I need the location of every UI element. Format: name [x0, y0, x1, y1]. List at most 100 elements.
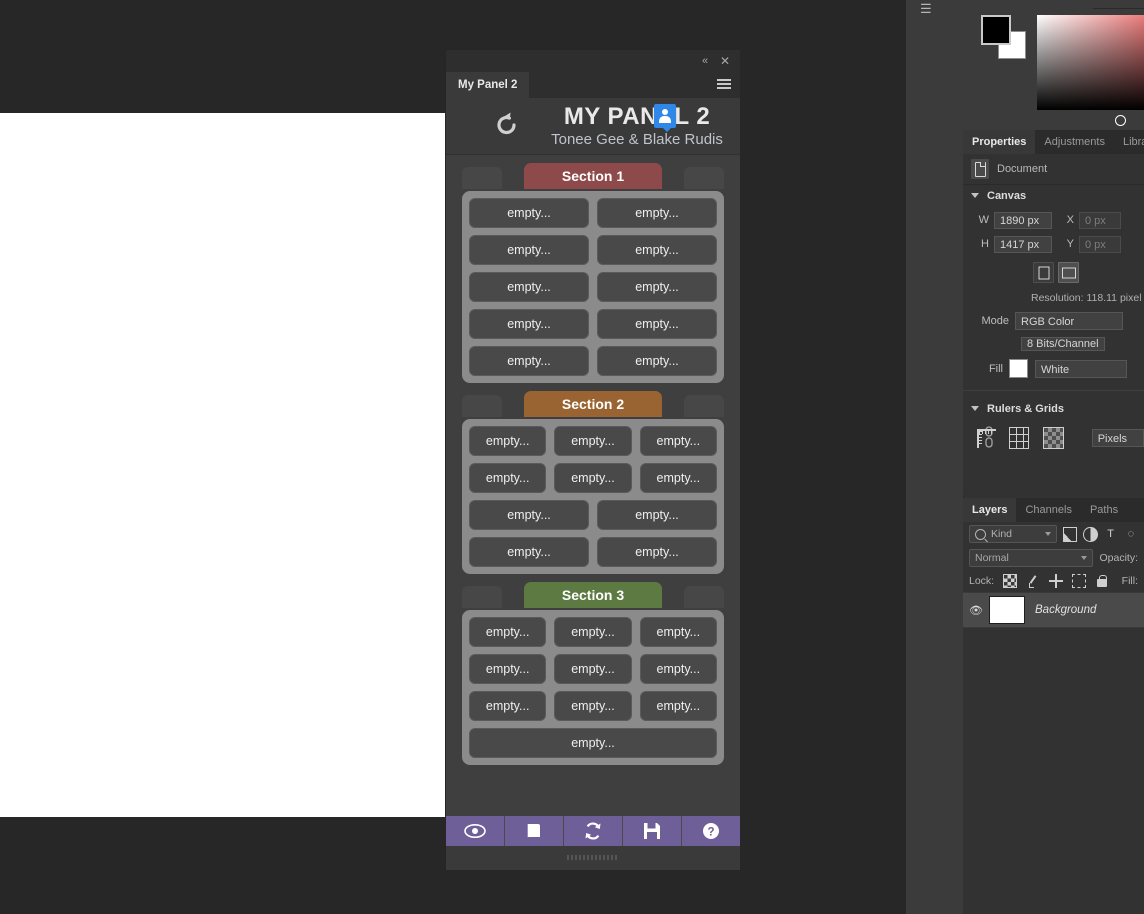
rulers-grids-header[interactable]: Rulers & Grids: [963, 390, 1144, 420]
landscape-orientation-button[interactable]: [1058, 262, 1079, 283]
empty-slot-button[interactable]: empty...: [469, 346, 589, 376]
tab-adjustments[interactable]: Adjustments: [1035, 130, 1114, 154]
empty-slot-button[interactable]: empty...: [640, 654, 717, 684]
empty-slot-button[interactable]: empty...: [640, 617, 717, 647]
ruler-icon[interactable]: [975, 427, 995, 449]
preview-button[interactable]: [446, 816, 505, 846]
help-button[interactable]: ?: [682, 816, 740, 846]
empty-slot-button[interactable]: empty...: [469, 500, 589, 530]
lock-position-icon[interactable]: [1049, 574, 1063, 588]
bit-depth-select[interactable]: 8 Bits/Channel: [1021, 337, 1105, 351]
section-tab-row-2: Section 2: [446, 391, 740, 419]
close-icon[interactable]: ✕: [718, 54, 732, 68]
tab-libraries[interactable]: Librar: [1114, 130, 1144, 154]
foreground-color-swatch[interactable]: [981, 15, 1011, 45]
empty-slot-button[interactable]: empty...: [597, 272, 717, 302]
save-button[interactable]: [623, 816, 682, 846]
fill-color-swatch[interactable]: [1009, 359, 1028, 378]
tab-channels[interactable]: Channels: [1016, 498, 1080, 522]
grid-icon[interactable]: [1009, 427, 1029, 449]
empty-slot-button[interactable]: empty...: [597, 537, 717, 567]
tab-paths[interactable]: Paths: [1081, 498, 1127, 522]
section-tab-right-stub-1[interactable]: [684, 167, 724, 189]
empty-slot-button[interactable]: empty...: [554, 654, 631, 684]
resolution-value[interactable]: 118.11: [1086, 292, 1117, 304]
empty-slot-button[interactable]: empty...: [597, 198, 717, 228]
filter-smartobject-icon[interactable]: ◌: [1124, 527, 1138, 542]
empty-slot-button[interactable]: empty...: [554, 426, 631, 456]
button-row: empty... empty...: [469, 537, 717, 567]
empty-slot-button[interactable]: empty...: [640, 691, 717, 721]
reset-arrow-icon[interactable]: [490, 108, 524, 142]
color-gradient-field[interactable]: [1037, 15, 1144, 110]
layer-name[interactable]: Background: [1035, 604, 1096, 616]
toolbar-segments: [1093, 0, 1144, 9]
library-button[interactable]: [505, 816, 564, 846]
eye-icon[interactable]: 👁: [963, 604, 989, 617]
lock-all-icon[interactable]: [1095, 574, 1109, 588]
empty-slot-button[interactable]: empty...: [469, 272, 589, 302]
canvas-section-header[interactable]: Canvas: [963, 185, 1144, 207]
empty-slot-button[interactable]: empty...: [469, 309, 589, 339]
x-input[interactable]: 0 px: [1079, 212, 1121, 229]
mode-select[interactable]: RGB Color: [1015, 312, 1123, 330]
transparency-checker-icon[interactable]: [1043, 427, 1063, 449]
lock-transparency-icon[interactable]: [1003, 574, 1017, 588]
hamburger-icon[interactable]: [717, 79, 731, 91]
empty-slot-button[interactable]: empty...: [597, 346, 717, 376]
empty-slot-button[interactable]: empty...: [469, 235, 589, 265]
empty-slot-button[interactable]: empty...: [597, 500, 717, 530]
section-tab-right-stub-3[interactable]: [684, 586, 724, 608]
section-tab-left-stub-3[interactable]: [462, 586, 502, 608]
empty-slot-button[interactable]: empty...: [469, 463, 546, 493]
section-tab-left-stub-2[interactable]: [462, 395, 502, 417]
document-canvas[interactable]: [0, 113, 446, 817]
filter-image-icon[interactable]: [1063, 527, 1077, 542]
color-swatches[interactable]: [981, 15, 1025, 57]
empty-slot-button[interactable]: empty...: [554, 463, 631, 493]
lock-artboard-icon[interactable]: [1072, 574, 1086, 588]
tab-layers[interactable]: Layers: [963, 498, 1016, 522]
empty-slot-button[interactable]: empty...: [554, 691, 631, 721]
section-tab-1[interactable]: Section 1: [524, 163, 662, 189]
table-row[interactable]: 👁 Background: [963, 592, 1144, 628]
empty-slot-button[interactable]: empty...: [469, 728, 717, 758]
tab-properties[interactable]: Properties: [963, 130, 1035, 154]
lock-paint-icon[interactable]: [1026, 574, 1040, 588]
empty-slot-button[interactable]: empty...: [640, 463, 717, 493]
section-tab-right-stub-2[interactable]: [684, 395, 724, 417]
color-picker-cursor[interactable]: [1115, 115, 1126, 126]
resize-grip[interactable]: [567, 855, 619, 860]
height-input[interactable]: 1417 px: [994, 236, 1052, 253]
section-tab-2[interactable]: Section 2: [524, 391, 662, 417]
empty-slot-button[interactable]: empty...: [597, 309, 717, 339]
portrait-orientation-button[interactable]: [1033, 262, 1054, 283]
section-tab-left-stub-1[interactable]: [462, 167, 502, 189]
filter-adjustment-icon[interactable]: [1083, 527, 1097, 542]
filter-kind-select[interactable]: Kind: [969, 525, 1057, 543]
empty-slot-button[interactable]: empty...: [469, 691, 546, 721]
empty-slot-button[interactable]: empty...: [469, 617, 546, 647]
resolution-row: Resolution: 118.11 pixel: [963, 292, 1144, 304]
y-input[interactable]: 0 px: [1079, 236, 1121, 253]
section-1: Section 1 empty... empty... empty... empty..…: [446, 163, 740, 383]
collapse-icon[interactable]: «: [698, 54, 712, 68]
panel-titlebar: « ✕: [446, 50, 740, 72]
empty-slot-button[interactable]: empty...: [469, 654, 546, 684]
dock-collapse-icon[interactable]: ☰: [920, 0, 948, 18]
refresh-button[interactable]: [564, 816, 623, 846]
width-input[interactable]: 1890 px: [994, 212, 1052, 229]
empty-slot-button[interactable]: empty...: [469, 198, 589, 228]
filter-type-icon[interactable]: T: [1104, 527, 1118, 542]
empty-slot-button[interactable]: empty...: [554, 617, 631, 647]
tab-my-panel-2[interactable]: My Panel 2: [446, 72, 529, 98]
empty-slot-button[interactable]: empty...: [469, 537, 589, 567]
empty-slot-button[interactable]: empty...: [597, 235, 717, 265]
fill-select[interactable]: White: [1035, 360, 1127, 378]
fill-label-layers: Fill:: [1122, 575, 1138, 587]
section-tab-3[interactable]: Section 3: [524, 582, 662, 608]
empty-slot-button[interactable]: empty...: [469, 426, 546, 456]
blend-mode-select[interactable]: Normal: [969, 549, 1093, 567]
unit-select[interactable]: Pixels: [1092, 429, 1144, 447]
empty-slot-button[interactable]: empty...: [640, 426, 717, 456]
